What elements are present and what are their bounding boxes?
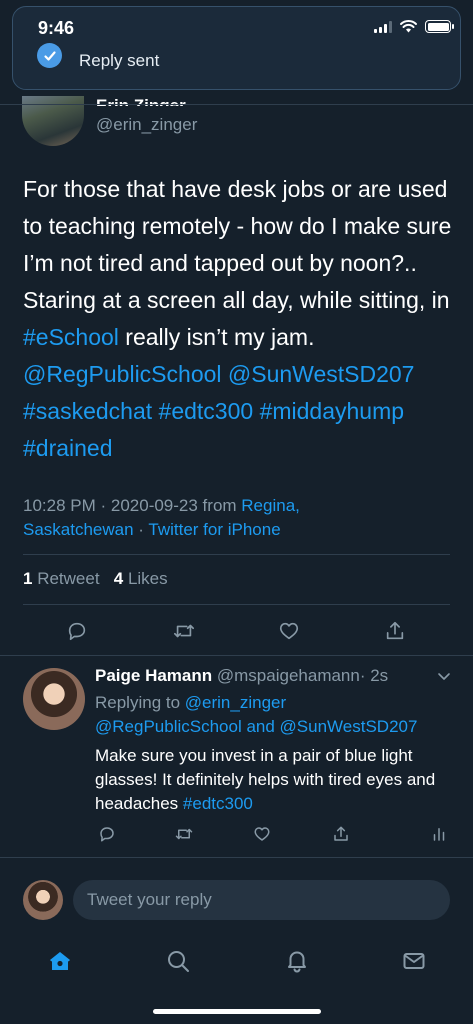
divider [23, 554, 450, 555]
replying-prefix: Replying to [95, 693, 185, 712]
notifications-icon[interactable] [280, 944, 314, 978]
tweet-reply-input[interactable] [73, 880, 450, 920]
reply-author-name[interactable]: Paige Hamann [95, 666, 212, 685]
reply-header: Paige Hamann @mspaigehamann· 2s [95, 666, 425, 686]
reply-text: Make sure you invest in a pair of blue l… [95, 744, 455, 816]
search-icon[interactable] [161, 944, 195, 978]
tweet-timestamp: 10:28 PM · 2020-09-23 from [23, 496, 242, 515]
tweet-link[interactable]: @RegPublicSchool [23, 361, 222, 387]
tweet-link[interactable]: #edtc300 [159, 398, 254, 424]
reply-tweet[interactable]: Paige Hamann @mspaigehamann· 2s Replying… [0, 656, 473, 856]
likes-label: Likes [127, 569, 168, 588]
messages-icon[interactable] [397, 944, 431, 978]
tweet-meta: 10:28 PM · 2020-09-23 from Regina, Saska… [23, 494, 343, 542]
reply-author-handle[interactable]: @mspaigehamann [217, 666, 360, 685]
tweet-link[interactable]: #middayhump [260, 398, 404, 424]
replying-to: Replying to @erin_zinger @RegPublicSchoo… [95, 691, 455, 739]
retweet-label: Retweet [37, 569, 100, 588]
reply-composer [0, 872, 473, 932]
author-handle[interactable]: @erin_zinger [96, 115, 197, 135]
reply-icon[interactable] [60, 614, 94, 648]
cellular-signal-icon [374, 20, 392, 33]
chevron-down-icon[interactable] [436, 668, 452, 689]
hashtag-link[interactable]: #edtc300 [183, 794, 253, 813]
retweet-count: 1 [23, 569, 33, 588]
tweet-text-segment: really isn’t my jam. [118, 324, 315, 350]
like-icon[interactable] [272, 614, 306, 648]
tweet-text: For those that have desk jobs or are use… [23, 171, 455, 467]
home-indicator[interactable] [153, 1009, 321, 1014]
tweet-link[interactable]: #eSchool [23, 324, 119, 350]
tweet-stats: 1 Retweet 4 Likes [23, 569, 168, 589]
reply-time: · 2s [359, 666, 389, 685]
retweets-stat[interactable]: 1 Retweet [23, 569, 100, 588]
wifi-icon [400, 20, 417, 33]
share-icon[interactable] [378, 614, 412, 648]
reply-icon[interactable] [95, 822, 119, 846]
status-bar: 9:46 [0, 0, 473, 40]
tweet-client[interactable]: Twitter for iPhone [148, 520, 280, 539]
retweet-icon[interactable] [172, 822, 196, 846]
likes-stat[interactable]: 4 Likes [114, 569, 168, 588]
tweet-link[interactable]: #drained [23, 435, 113, 461]
replying-to-user[interactable]: @SunWestSD207 [280, 717, 418, 736]
reply-body: Make sure you invest in a pair of blue l… [95, 746, 436, 813]
replying-to-user[interactable]: @RegPublicSchool [95, 717, 242, 736]
toast-message: Reply sent [79, 51, 160, 70]
divider [0, 857, 473, 858]
analytics-icon[interactable] [427, 822, 451, 846]
checkmark-icon [37, 43, 62, 68]
battery-icon [425, 20, 454, 33]
tweet-action-bar [0, 614, 473, 648]
retweet-icon[interactable] [167, 614, 201, 648]
status-icons [374, 20, 454, 33]
divider [23, 604, 450, 605]
header-divider [0, 104, 473, 105]
status-time: 9:46 [38, 18, 75, 38]
reply-action-bar [0, 822, 473, 846]
replying-to-user[interactable]: @erin_zinger [185, 693, 286, 712]
meta-separator: · [133, 520, 149, 539]
tweet-link[interactable]: @SunWestSD207 [228, 361, 415, 387]
home-icon[interactable] [43, 944, 77, 978]
replying-and: and [241, 717, 280, 736]
share-icon[interactable] [329, 822, 353, 846]
reply-avatar[interactable] [23, 668, 85, 730]
like-icon[interactable] [250, 822, 274, 846]
tweet-link[interactable]: #saskedchat [23, 398, 152, 424]
tweet-text-segment: For those that have desk jobs or are use… [23, 176, 452, 313]
my-avatar[interactable] [23, 880, 63, 920]
like-count: 4 [113, 569, 124, 588]
